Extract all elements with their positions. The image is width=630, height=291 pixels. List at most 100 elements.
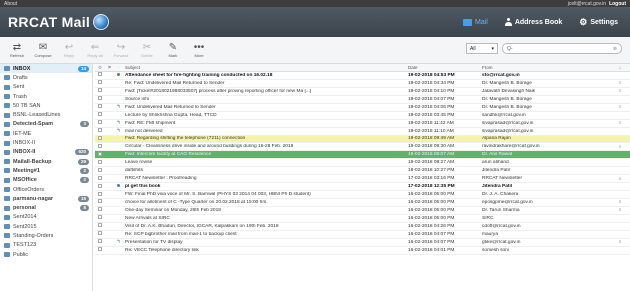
message-row[interactable]: Source info 19-02-2018 04:07 PM Dr. Manges… xyxy=(95,96,630,104)
folder-item[interactable]: 50 TB SAN xyxy=(0,101,92,110)
row-checkbox-cell[interactable] xyxy=(95,80,105,86)
row-checkbox-cell[interactable] xyxy=(95,128,105,134)
message-row[interactable]: pl get this book 17-02-2018 12:35 PM Jiten… xyxy=(95,183,630,192)
folder-item[interactable]: INBOX-II 620 xyxy=(0,148,92,157)
message-filter-select[interactable]: All ▾ xyxy=(466,43,498,54)
message-row[interactable]: One-day Seminar on Monday, 26th Feb 2018… xyxy=(95,207,630,215)
message-row[interactable]: Fwd: Regarding shifting the telephone (7… xyxy=(95,135,630,144)
row-checkbox-cell[interactable] xyxy=(95,215,105,221)
message-row[interactable]: Circular - Cleanliness drive inside and … xyxy=(95,143,630,152)
folder-item[interactable]: Drafts xyxy=(0,73,92,82)
folder-item[interactable]: Mailall-Backup 29 xyxy=(0,157,92,166)
message-row[interactable]: ↰ Fwd: RE: FMI shipment 19-02-2018 11:42 A… xyxy=(95,120,630,128)
folder-item[interactable]: Sent2015 xyxy=(0,222,92,231)
message-row[interactable]: RRCAT Newsletter : Proofreading 17-02-201… xyxy=(95,175,630,184)
message-row[interactable]: ↰ Presentation for TV display 16-02-2018 0… xyxy=(95,239,630,247)
folder-item[interactable]: OfficeOrders xyxy=(0,185,92,194)
row-checkbox-cell[interactable] xyxy=(95,191,105,198)
checkbox[interactable] xyxy=(98,215,102,220)
checkbox[interactable] xyxy=(98,223,102,228)
checkbox[interactable] xyxy=(98,199,102,204)
message-row[interactable]: daftshits 18-02-2018 10:27 PM Jitendra Pat… xyxy=(95,167,630,176)
nav-address-book[interactable]: Address Book xyxy=(501,15,566,29)
message-row[interactable]: New Arrivals at SIRC 16-02-2018 05:00 PM S… xyxy=(95,215,630,223)
row-checkbox-cell[interactable] xyxy=(95,135,105,142)
nav-settings[interactable]: ⚙ Settings xyxy=(575,15,622,30)
message-row[interactable]: Re: VECC Telephone directory link 16-02-2… xyxy=(95,247,630,255)
folder-item[interactable]: BSNL-LeasedLines xyxy=(0,110,92,119)
row-checkbox-cell[interactable] xyxy=(95,199,105,205)
message-row[interactable]: choice for allotment of C -Type Quarter … xyxy=(95,199,630,207)
folder-item[interactable]: personal 8 xyxy=(0,203,92,212)
checkbox[interactable] xyxy=(98,128,102,133)
row-checkbox-cell[interactable] xyxy=(95,247,105,253)
forward-button[interactable]: ↪ Forward xyxy=(110,38,132,62)
folder-item[interactable]: TEST123 xyxy=(0,241,92,250)
folder-item[interactable]: INBOX-II xyxy=(0,138,92,147)
checkbox[interactable] xyxy=(98,159,102,164)
reply-all-button[interactable]: ⇐ Reply all xyxy=(84,38,106,62)
message-row[interactable]: FW: Final PhD viva voce of Mr. S. Barnwa… xyxy=(95,191,630,199)
folder-item[interactable]: Detected-Spam 3 xyxy=(0,120,92,129)
folder-item[interactable]: Public xyxy=(0,250,92,259)
message-row[interactable]: Attendance sheet for fire-fighting train… xyxy=(95,72,630,80)
about-link[interactable]: About xyxy=(4,1,17,7)
checkbox[interactable] xyxy=(98,135,102,140)
nav-mail[interactable]: Mail xyxy=(459,16,492,29)
mark-button[interactable]: ✎ Mark xyxy=(162,38,184,62)
compose-button[interactable]: ✉ Compose xyxy=(32,38,54,62)
row-checkbox-cell[interactable] xyxy=(95,223,105,229)
message-row[interactable]: Fwd: Intercom facility at CAO Residence 1… xyxy=(95,151,630,160)
search-input[interactable]: Q- ⊗ xyxy=(502,43,622,54)
date-column-header[interactable]: Date xyxy=(406,65,480,70)
subject-column-header[interactable]: Subject xyxy=(123,65,406,70)
message-row[interactable]: Fwd: [Ticket#2018021988033507] process a… xyxy=(95,88,630,96)
checkbox[interactable] xyxy=(98,96,102,101)
message-row[interactable]: ↰ mail not delivered 19-02-2018 11:10 AM si… xyxy=(95,128,630,136)
row-checkbox-cell[interactable] xyxy=(95,72,105,78)
row-checkbox-cell[interactable] xyxy=(95,151,105,158)
checkbox[interactable] xyxy=(98,207,102,212)
folder-item[interactable]: Trash xyxy=(0,92,92,101)
reply-button[interactable]: ↩ Reply xyxy=(58,38,80,62)
row-checkbox-cell[interactable] xyxy=(95,143,105,150)
row-checkbox-cell[interactable] xyxy=(95,239,105,245)
checkbox[interactable] xyxy=(98,88,102,93)
checkbox[interactable] xyxy=(98,112,102,117)
folder-item[interactable]: IET-ME xyxy=(0,129,92,138)
row-checkbox-cell[interactable] xyxy=(95,88,105,94)
checkbox[interactable] xyxy=(98,183,102,188)
row-checkbox-cell[interactable] xyxy=(95,231,105,237)
checkbox[interactable] xyxy=(98,72,102,77)
row-checkbox-cell[interactable] xyxy=(95,159,105,166)
checkbox[interactable] xyxy=(98,151,102,156)
from-column-header[interactable]: From xyxy=(480,65,612,70)
folder-item[interactable]: Sent2014 xyxy=(0,213,92,222)
folder-item[interactable]: MSOffice 2 xyxy=(0,176,92,185)
row-checkbox-cell[interactable] xyxy=(95,183,105,190)
row-checkbox-cell[interactable] xyxy=(95,104,105,110)
more-button[interactable]: ••• More xyxy=(188,38,210,62)
row-checkbox-cell[interactable] xyxy=(95,120,105,126)
message-row[interactable]: Re: SCP bigbrother mail from mail-1 to b… xyxy=(95,231,630,239)
checkbox[interactable] xyxy=(98,80,102,85)
row-checkbox-cell[interactable] xyxy=(95,175,105,182)
checkbox[interactable] xyxy=(98,143,102,148)
message-row[interactable]: ↰ Fwd: Undelivered Mail Returned to Sende… xyxy=(95,104,630,112)
checkbox[interactable] xyxy=(98,120,102,125)
folder-item[interactable]: Standing-Orders xyxy=(0,231,92,240)
checkbox[interactable] xyxy=(98,167,102,172)
row-checkbox-cell[interactable] xyxy=(95,112,105,118)
checkbox[interactable] xyxy=(98,231,102,236)
checkbox[interactable] xyxy=(98,175,102,180)
checkbox[interactable] xyxy=(98,239,102,244)
folder-item[interactable]: parmanu-nagar 15 xyxy=(0,194,92,203)
row-checkbox-cell[interactable] xyxy=(95,167,105,174)
message-row[interactable]: Leave revise 19-02-2018 08:27 AM arun atih… xyxy=(95,159,630,168)
checkbox[interactable] xyxy=(98,247,102,252)
row-checkbox-cell[interactable] xyxy=(95,96,105,102)
delete-button[interactable]: ✂ Delete xyxy=(136,38,158,62)
folder-item[interactable]: Meeting#1 2 xyxy=(0,166,92,175)
list-options-icon[interactable]: ⚙ xyxy=(95,65,105,71)
logout-link[interactable]: Logout xyxy=(609,1,626,7)
